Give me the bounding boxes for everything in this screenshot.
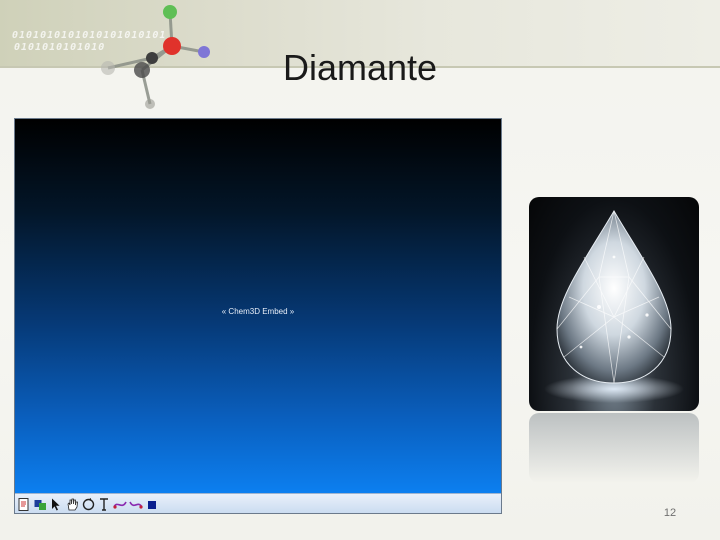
viewer-canvas[interactable]: « Chem3D Embed » xyxy=(15,119,501,493)
text-tool-icon[interactable] xyxy=(97,498,111,512)
chem3d-viewer[interactable]: « Chem3D Embed » xyxy=(14,118,502,514)
molecule-icon xyxy=(101,5,210,109)
atom-tool-icon[interactable] xyxy=(33,498,47,512)
document-icon[interactable] xyxy=(17,498,31,512)
hand-icon[interactable] xyxy=(65,498,79,512)
embed-label: « Chem3D Embed » xyxy=(221,307,295,316)
rotate-icon[interactable] xyxy=(81,498,95,512)
bond-tool-2-icon[interactable] xyxy=(129,498,143,512)
viewer-toolbar xyxy=(15,493,501,513)
stop-icon[interactable] xyxy=(145,498,159,512)
photo-reflection xyxy=(529,413,699,483)
slide-title: Diamante xyxy=(282,47,438,88)
select-arrow-icon[interactable] xyxy=(49,498,63,512)
diamond-photo xyxy=(529,197,699,411)
slide-number: 12 xyxy=(663,507,677,519)
bond-tool-icon[interactable] xyxy=(113,498,127,512)
